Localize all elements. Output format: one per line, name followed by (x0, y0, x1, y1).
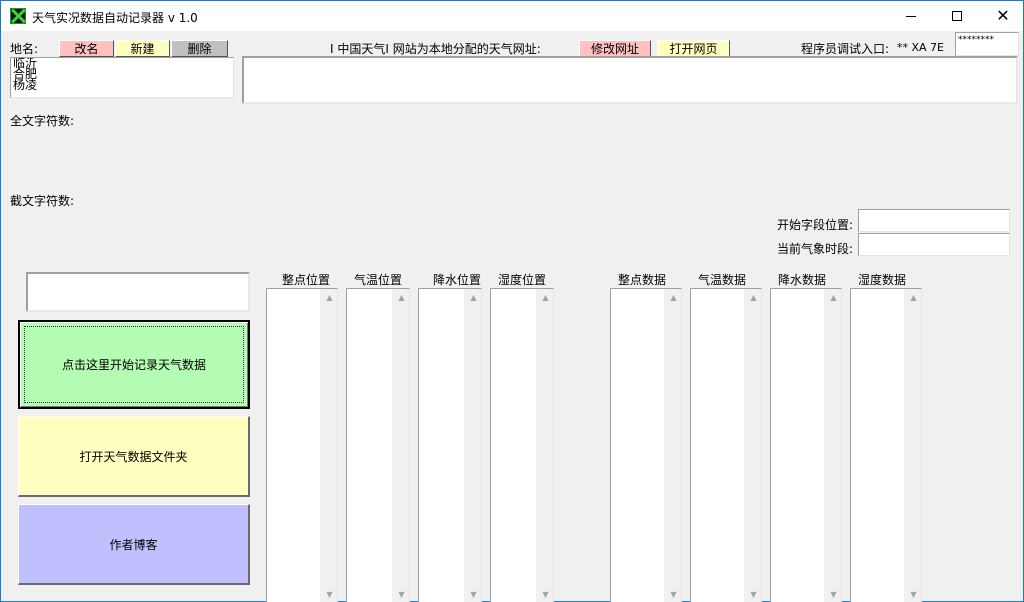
scroll-down-icon[interactable]: ▼ (745, 586, 762, 602)
city-list-item[interactable]: 杨凌 (13, 79, 231, 91)
window-title: 天气实况数据自动记录器 v 1.0 (32, 11, 198, 25)
city-listbox[interactable]: 临沂 合肥 杨凌 (10, 57, 234, 98)
focus-rect (24, 326, 244, 403)
scrollbar[interactable]: ▲ ▼ (824, 289, 841, 602)
column-header-rain-data: 降水数据 (778, 273, 827, 287)
scroll-up-icon[interactable]: ▲ (825, 289, 842, 306)
column-header-rain-pos: 降水位置 (433, 273, 482, 287)
debug-code: ** XA 7E (897, 41, 945, 54)
open-data-folder-label: 打开天气数据文件夹 (79, 449, 188, 464)
delete-city-button[interactable]: 删除 (171, 40, 228, 57)
maximize-icon (952, 11, 962, 21)
status-field[interactable] (26, 272, 250, 312)
scroll-up-icon[interactable]: ▲ (745, 289, 762, 306)
site-url-label: I 中国天气I 网站为本地分配的天气网址: (330, 42, 541, 56)
minimize-button[interactable] (888, 1, 934, 31)
close-icon: ✕ (996, 6, 1010, 25)
weather-url-field[interactable] (242, 56, 1018, 104)
scrollbar[interactable]: ▲ ▼ (392, 289, 409, 602)
scrollbar[interactable]: ▲ ▼ (664, 289, 681, 602)
rain-pos-listbox[interactable]: ▲ ▼ (418, 288, 482, 602)
scroll-down-icon[interactable]: ▼ (465, 586, 482, 602)
column-header-hour-pos: 整点位置 (282, 273, 331, 287)
column-header-temp-pos: 气温位置 (354, 273, 403, 287)
new-city-button[interactable]: 新建 (115, 40, 170, 57)
column-header-humid-pos: 湿度位置 (498, 273, 547, 287)
hour-data-listbox[interactable]: ▲ ▼ (610, 288, 682, 602)
start-recording-button[interactable]: 点击这里开始记录天气数据 (18, 320, 250, 409)
author-blog-label: 作者博客 (109, 537, 158, 552)
scroll-up-icon[interactable]: ▲ (321, 289, 338, 306)
modify-url-button[interactable]: 修改网址 (579, 40, 651, 57)
rain-data-listbox[interactable]: ▲ ▼ (770, 288, 842, 602)
scrollbar[interactable]: ▲ ▼ (904, 289, 921, 602)
column-header-temp-data: 气温数据 (698, 273, 747, 287)
temp-data-listbox[interactable]: ▲ ▼ (690, 288, 762, 602)
author-blog-button[interactable]: 作者博客 (18, 504, 250, 585)
temp-pos-listbox[interactable]: ▲ ▼ (346, 288, 410, 602)
open-data-folder-button[interactable]: 打开天气数据文件夹 (18, 416, 250, 497)
app-icon (10, 8, 26, 24)
current-period-input[interactable] (858, 233, 1010, 256)
humid-pos-listbox[interactable]: ▲ ▼ (490, 288, 554, 602)
scrollbar[interactable]: ▲ ▼ (536, 289, 553, 602)
scrollbar[interactable]: ▲ ▼ (320, 289, 337, 602)
debug-password-field[interactable]: ******** (955, 32, 1019, 56)
scroll-down-icon[interactable]: ▼ (825, 586, 842, 602)
current-period-label: 当前气象时段: (777, 242, 854, 256)
column-header-hour-data: 整点数据 (618, 273, 667, 287)
cut-text-chars-label: 截文字符数: (10, 194, 75, 208)
full-text-chars-label: 全文字符数: (10, 114, 75, 128)
start-field-pos-label: 开始字段位置: (777, 218, 854, 232)
app-window: 天气实况数据自动记录器 v 1.0 ✕ 地名: 改名 新建 删除 I 中国天气I… (0, 0, 1024, 602)
close-button[interactable]: ✕ (980, 1, 1024, 31)
city-label: 地名: (10, 42, 39, 56)
scroll-up-icon[interactable]: ▲ (393, 289, 410, 306)
column-header-humid-data: 湿度数据 (858, 273, 907, 287)
scroll-up-icon[interactable]: ▲ (665, 289, 682, 306)
hour-pos-listbox[interactable]: ▲ ▼ (266, 288, 338, 602)
city-list-item[interactable]: 合肥 (13, 68, 231, 80)
city-list-item[interactable]: 临沂 (13, 58, 231, 69)
scroll-up-icon[interactable]: ▲ (905, 289, 922, 306)
debug-label: 程序员调试入口: (801, 42, 890, 56)
scroll-down-icon[interactable]: ▼ (321, 586, 338, 602)
scrollbar[interactable]: ▲ ▼ (464, 289, 481, 602)
scroll-up-icon[interactable]: ▲ (465, 289, 482, 306)
scroll-down-icon[interactable]: ▼ (393, 586, 410, 602)
open-page-button[interactable]: 打开网页 (657, 40, 730, 57)
scrollbar[interactable]: ▲ ▼ (744, 289, 761, 602)
scroll-down-icon[interactable]: ▼ (665, 586, 682, 602)
minimize-icon (906, 15, 916, 17)
title-bar[interactable]: 天气实况数据自动记录器 v 1.0 ✕ (1, 1, 1023, 31)
scroll-down-icon[interactable]: ▼ (905, 586, 922, 602)
start-field-pos-input[interactable] (858, 209, 1010, 232)
rename-button[interactable]: 改名 (59, 40, 114, 57)
humid-data-listbox[interactable]: ▲ ▼ (850, 288, 922, 602)
scroll-up-icon[interactable]: ▲ (537, 289, 554, 306)
scroll-down-icon[interactable]: ▼ (537, 586, 554, 602)
debug-password-value: ******** (958, 35, 994, 45)
maximize-button[interactable] (934, 1, 980, 31)
